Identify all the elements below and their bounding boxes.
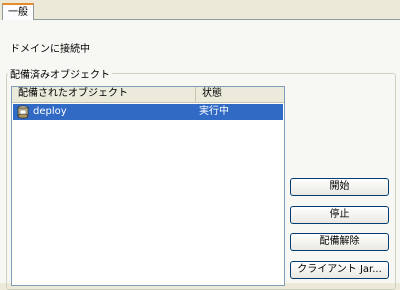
object-name: deploy (33, 106, 67, 117)
undeploy-button[interactable]: 配備解除 (290, 233, 389, 251)
table-header: 配備されたオブジェクト 状態 (12, 87, 284, 103)
column-header-object[interactable]: 配備されたオブジェクト (12, 87, 196, 102)
start-button[interactable]: 開始 (290, 178, 389, 196)
object-state: 実行中 (199, 106, 229, 117)
tab-general[interactable]: 一般 (2, 3, 34, 20)
client-jar-button[interactable]: クライアント Jar... (290, 261, 389, 279)
deployed-objects-table[interactable]: 配備されたオブジェクト 状態 deploy 実行中 (11, 86, 285, 286)
deploy-object-icon (17, 105, 29, 119)
tab-strip: 一般 (0, 0, 400, 20)
connection-status: ドメインに接続中 (10, 44, 90, 55)
column-header-state[interactable]: 状態 (196, 87, 284, 102)
group-title: 配備済みオブジェクト (8, 66, 112, 81)
table-row[interactable]: deploy 実行中 (13, 104, 283, 120)
stop-button[interactable]: 停止 (290, 206, 389, 224)
